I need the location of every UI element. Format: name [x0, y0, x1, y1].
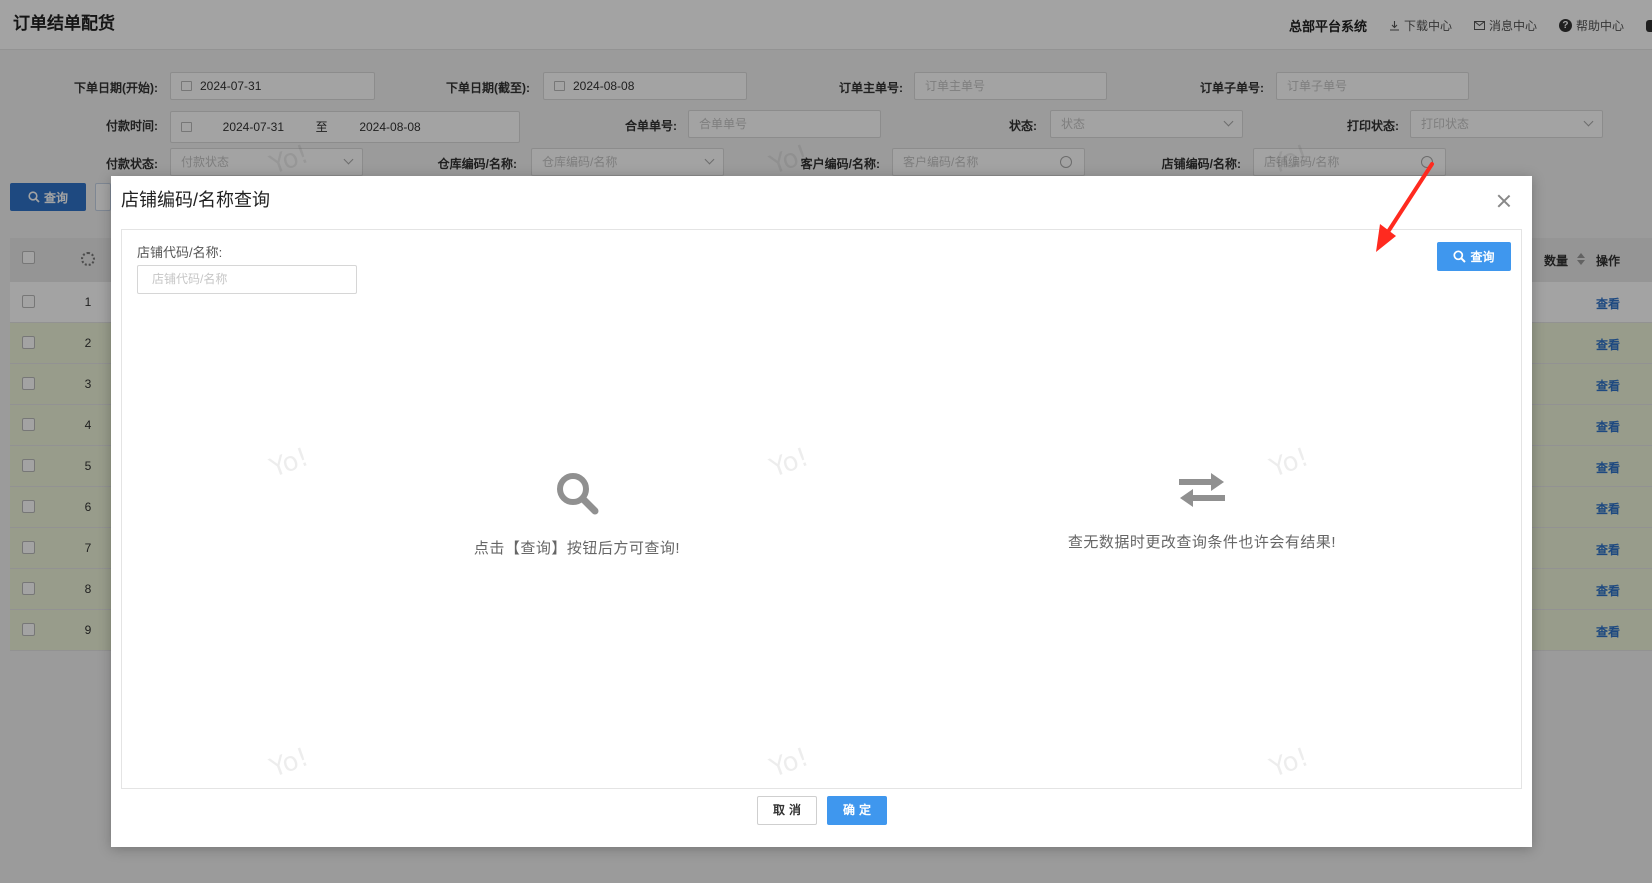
store-query-modal: 店铺编码/名称查询 店铺代码/名称: 店铺代码/名称 查询 点击【查询】按钮后方…	[111, 176, 1532, 847]
query-hint-text: 点击【查询】按钮后方可查询!	[473, 540, 681, 557]
confirm-button[interactable]: 确定	[827, 796, 887, 825]
modal-query-label: 查询	[1470, 250, 1495, 264]
exchange-icon	[1179, 473, 1225, 507]
store-code-label: 店铺代码/名称:	[137, 245, 223, 260]
modal-body: 店铺代码/名称: 店铺代码/名称 查询 点击【查询】按钮后方可查询! 查无数据时…	[121, 229, 1522, 789]
cancel-button[interactable]: 取消	[757, 796, 817, 825]
no-data-hint: 查无数据时更改查询条件也许会有结果!	[1002, 470, 1402, 552]
store-code-input[interactable]: 店铺代码/名称	[137, 265, 357, 294]
magnifier-icon	[557, 473, 599, 515]
close-icon[interactable]	[1496, 193, 1512, 209]
query-hint: 点击【查询】按钮后方可查询!	[352, 470, 802, 558]
modal-title: 店铺编码/名称查询	[121, 190, 271, 210]
search-icon	[1453, 250, 1467, 263]
modal-footer: 取消 确定	[111, 796, 1532, 826]
no-data-hint-text: 查无数据时更改查询条件也许会有结果!	[1067, 534, 1337, 551]
modal-query-button[interactable]: 查询	[1437, 242, 1511, 271]
